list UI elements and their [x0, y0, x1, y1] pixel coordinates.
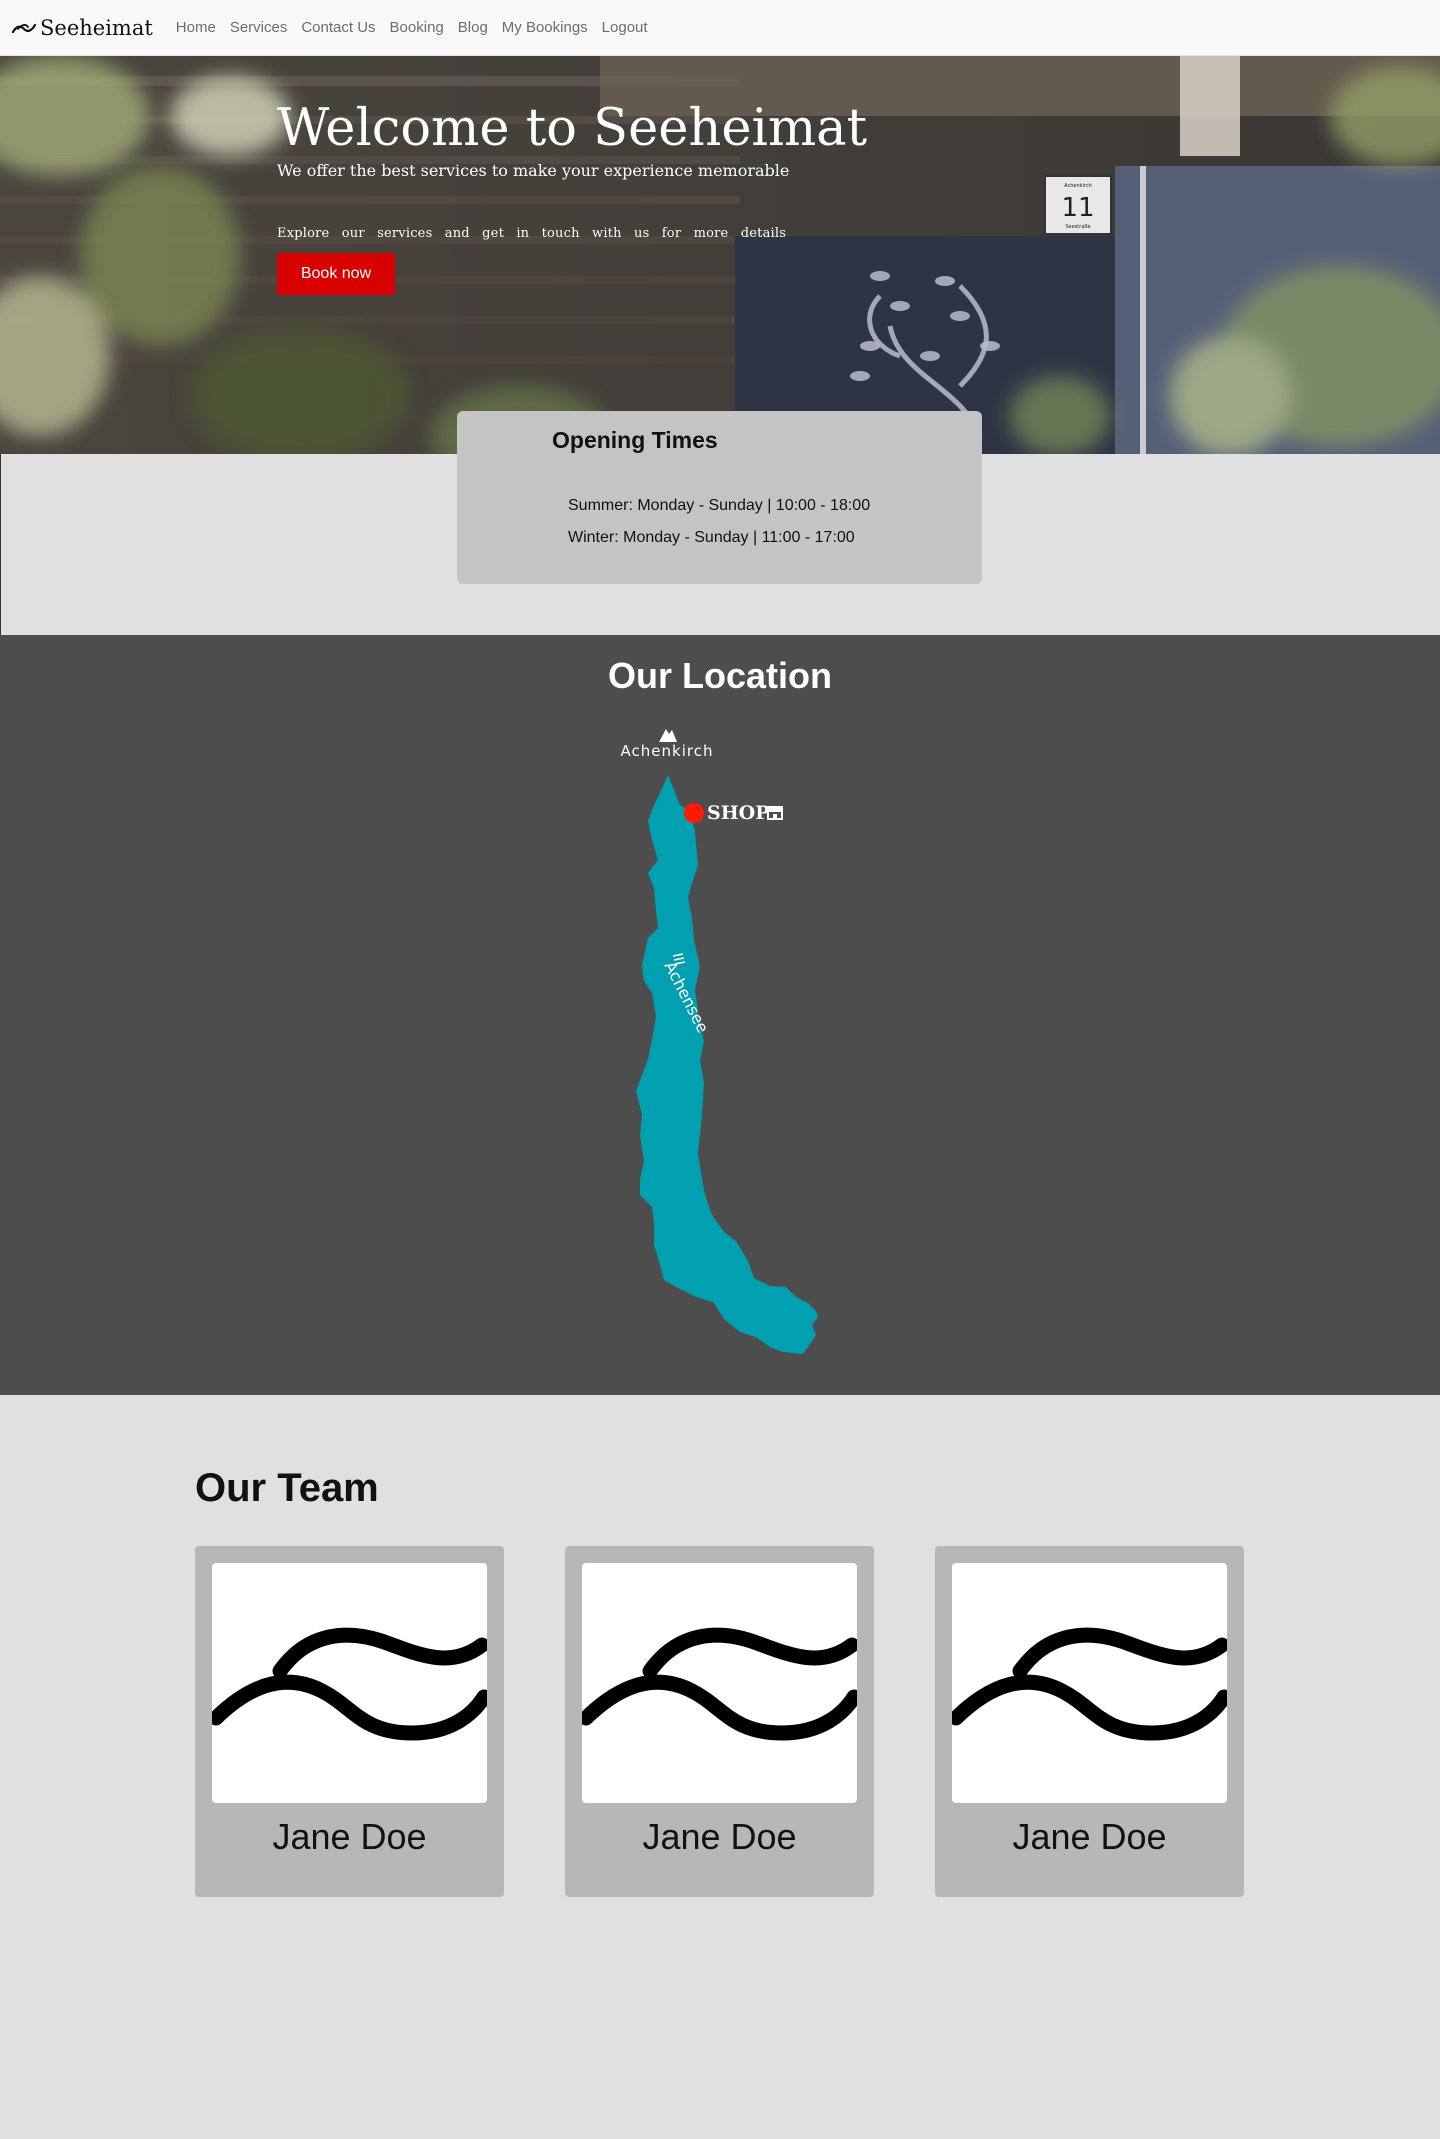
nav-blog[interactable]: Blog	[451, 19, 495, 36]
nav-home[interactable]: Home	[169, 19, 223, 36]
hero-text: Explore our services and get in touch wi…	[277, 225, 787, 241]
brand-name: Seeheimat	[40, 15, 153, 40]
brand-link[interactable]: Seeheimat	[12, 16, 153, 40]
team-title: Our Team	[195, 1466, 379, 1510]
location-map[interactable]: Achenkirch Achensee SHOP	[0, 635, 1440, 1395]
summer-hours: Summer: Monday - Sunday | 10:00 - 18:00	[568, 497, 871, 514]
winter-hours: Winter: Monday - Sunday | 11:00 - 17:00	[568, 529, 855, 546]
nav-logout[interactable]: Logout	[595, 19, 655, 36]
team-member-name: Jane Doe	[1012, 1816, 1167, 1857]
mountain-icon	[659, 729, 677, 742]
team-member-card: Jane Doe	[935, 1546, 1244, 1897]
shop-marker[interactable]	[684, 803, 704, 823]
team-member-name: Jane Doe	[642, 1816, 797, 1857]
shop-label: SHOP	[707, 802, 770, 824]
nav-services[interactable]: Services	[223, 19, 295, 36]
nav-contact-us[interactable]: Contact Us	[294, 19, 382, 36]
team-member-photo	[952, 1563, 1227, 1803]
wave-logo-icon	[212, 1627, 487, 1741]
street-sign-top: Achenkirch	[1064, 183, 1092, 189]
house-number: 11	[1061, 193, 1094, 223]
wave-logo-icon	[952, 1627, 1227, 1741]
opening-times-card: Opening Times Summer: Monday - Sunday | …	[457, 411, 982, 584]
nav-links: Home Services Contact Us Booking Blog My…	[169, 19, 655, 36]
lake-achensee	[636, 775, 818, 1354]
town-label: Achenkirch	[621, 742, 714, 760]
team-member-photo	[582, 1563, 857, 1803]
wave-logo-icon	[582, 1627, 857, 1741]
hero-title: Welcome to Seeheimat	[277, 99, 868, 158]
team-member-card: Jane Doe	[195, 1546, 504, 1897]
hero-section: 11 Achenkirch Seestraße Welcome to Seehe…	[0, 56, 1440, 454]
team-member-photo	[212, 1563, 487, 1803]
nav-my-bookings[interactable]: My Bookings	[495, 19, 595, 36]
street-sign-name: Seestraße	[1065, 224, 1090, 230]
book-now-button[interactable]: Book now	[277, 252, 395, 295]
navbar: Seeheimat Home Services Contact Us Booki…	[0, 0, 1440, 56]
location-section: Our Location Achenkirch Achensee SHOP	[0, 635, 1440, 1395]
nav-booking[interactable]: Booking	[383, 19, 451, 36]
wave-logo-icon	[12, 23, 36, 33]
hero-subtitle: We offer the best services to make your …	[277, 160, 790, 180]
team-member-name: Jane Doe	[272, 1816, 427, 1857]
hero-content: Welcome to Seeheimat We offer the best s…	[277, 99, 868, 295]
opening-times-title: Opening Times	[552, 427, 718, 453]
team-member-card: Jane Doe	[565, 1546, 874, 1897]
